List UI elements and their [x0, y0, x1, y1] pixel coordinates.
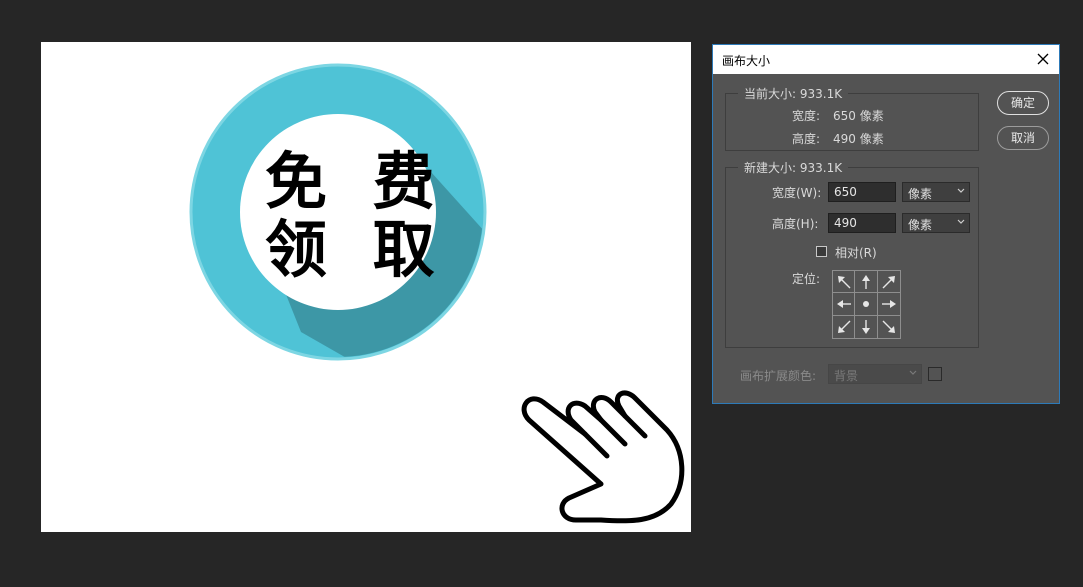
anchor-right[interactable] [877, 293, 900, 316]
anchor-label: 定位: [792, 272, 821, 286]
current-width-value: 650 像素 [833, 109, 884, 123]
badge-graphic [189, 63, 685, 524]
ok-button[interactable]: 确定 [997, 91, 1049, 115]
anchor-grid [832, 270, 901, 339]
arrow-right-icon [881, 300, 896, 309]
new-size-legend: 新建大小: 933.1K [738, 159, 849, 176]
anchor-top[interactable] [855, 271, 878, 294]
new-size-group: 新建大小: 933.1K 宽度(W): 像素 高度(H): 像素 相对(R) 定… [725, 159, 979, 348]
anchor-left[interactable] [833, 293, 856, 316]
width-input[interactable] [828, 182, 896, 202]
anchor-dot-icon [863, 301, 870, 308]
anchor-center[interactable] [855, 293, 878, 316]
arrow-up-right-icon [882, 276, 895, 289]
document-canvas: 免 费 领 取 [41, 42, 691, 532]
canvas-size-dialog: 画布大小 确定 取消 当前大小: 933.1K 宽度: 650 像素 高度: 4… [712, 44, 1060, 404]
height-unit-select[interactable]: 像素 [902, 213, 970, 233]
cancel-button[interactable]: 取消 [997, 126, 1049, 150]
new-width-label: 宽度(W): [772, 186, 822, 200]
anchor-bottom-left[interactable] [833, 315, 856, 338]
current-height-value: 490 像素 [833, 132, 884, 146]
relative-checkbox[interactable] [816, 246, 827, 257]
arrow-down-right-icon [882, 320, 895, 333]
height-input[interactable] [828, 213, 896, 233]
anchor-top-right[interactable] [877, 271, 900, 294]
chevron-down-icon [909, 370, 917, 375]
anchor-bottom[interactable] [855, 315, 878, 338]
current-height-label: 高度: [792, 132, 821, 146]
width-unit-value: 像素 [908, 187, 933, 201]
dialog-title: 画布大小 [722, 54, 771, 68]
current-width-label: 宽度: [792, 109, 821, 123]
chevron-down-icon [957, 219, 965, 224]
extension-color-label: 画布扩展颜色: [740, 369, 817, 383]
arrow-down-icon [862, 319, 871, 334]
current-size-group: 当前大小: 933.1K 宽度: 650 像素 高度: 490 像素 [725, 85, 979, 151]
badge-title-line2: 领 取 [265, 213, 447, 286]
width-unit-select[interactable]: 像素 [902, 182, 970, 202]
pointing-hand-icon [521, 390, 685, 524]
chevron-down-icon [957, 188, 965, 193]
new-height-label: 高度(H): [772, 217, 819, 231]
extension-color-swatch[interactable] [928, 367, 942, 381]
height-unit-value: 像素 [908, 218, 933, 232]
extension-color-select[interactable]: 背景 [828, 364, 922, 384]
arrow-down-left-icon [838, 320, 851, 333]
current-size-legend: 当前大小: 933.1K [738, 85, 849, 102]
extension-color-value: 背景 [834, 369, 859, 383]
badge-title-line1: 免 费 [265, 145, 447, 218]
arrow-left-icon [837, 300, 851, 309]
arrow-up-left-icon [838, 276, 851, 289]
dialog-titlebar[interactable]: 画布大小 [713, 45, 1059, 74]
arrow-up-icon [862, 275, 871, 289]
anchor-top-left[interactable] [833, 271, 856, 294]
close-icon[interactable] [1036, 52, 1050, 66]
relative-label[interactable]: 相对(R) [835, 244, 877, 261]
anchor-bottom-right[interactable] [878, 316, 900, 338]
